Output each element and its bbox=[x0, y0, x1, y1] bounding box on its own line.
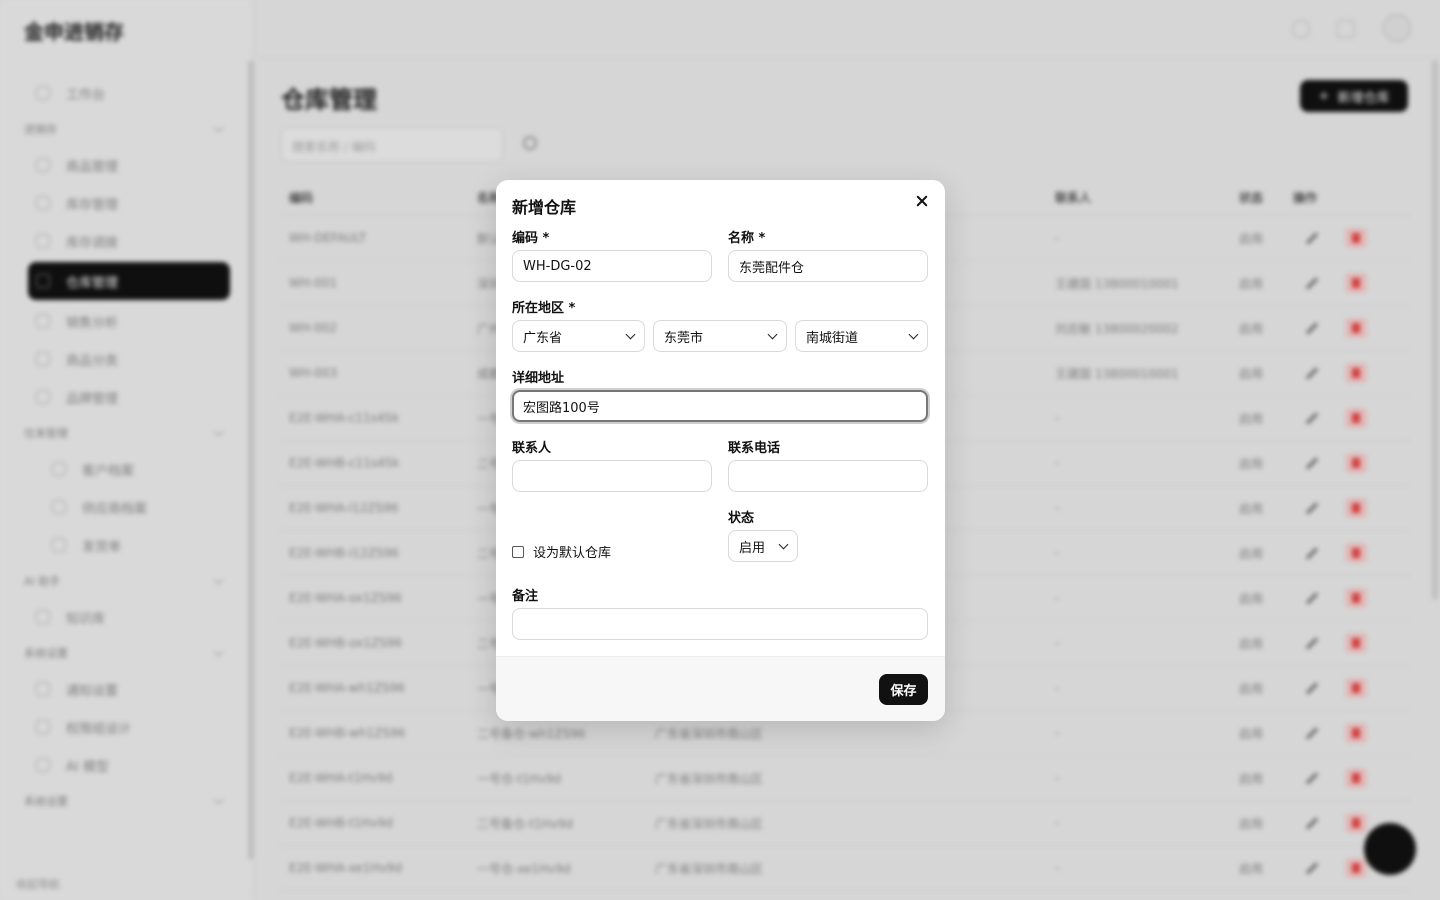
default-warehouse-checkbox[interactable] bbox=[512, 545, 524, 558]
phone-label: 联系电话 bbox=[728, 441, 781, 456]
contact-field[interactable] bbox=[512, 460, 712, 492]
address-field[interactable] bbox=[512, 390, 928, 422]
city-select[interactable]: 东莞市 bbox=[653, 320, 787, 352]
chevron-down-icon bbox=[908, 329, 919, 339]
region-label: 所在地区 * bbox=[512, 301, 576, 316]
remark-field[interactable] bbox=[512, 608, 928, 640]
address-label: 详细地址 bbox=[512, 371, 565, 386]
district-value: 南城街道 bbox=[806, 330, 859, 346]
dialog-title: 新增仓库 bbox=[512, 198, 577, 217]
close-icon[interactable] bbox=[914, 193, 930, 209]
name-label: 名称 * bbox=[728, 231, 766, 246]
city-value: 东莞市 bbox=[664, 330, 704, 346]
province-value: 广东省 bbox=[523, 330, 563, 346]
chevron-down-icon bbox=[778, 539, 789, 549]
province-select[interactable]: 广东省 bbox=[512, 320, 645, 352]
dialog-footer: 保存 bbox=[496, 656, 945, 721]
status-label: 状态 bbox=[728, 511, 755, 526]
status-select[interactable]: 启用 bbox=[728, 530, 798, 562]
contact-label: 联系人 bbox=[512, 441, 552, 456]
default-warehouse-option[interactable]: 设为默认仓库 bbox=[512, 542, 611, 561]
status-value: 启用 bbox=[739, 540, 766, 556]
remark-label: 备注 bbox=[512, 589, 539, 604]
chevron-down-icon bbox=[767, 329, 778, 339]
chevron-down-icon bbox=[625, 329, 636, 339]
name-field[interactable] bbox=[728, 250, 928, 282]
save-button[interactable]: 保存 bbox=[879, 674, 928, 705]
default-warehouse-label: 设为默认仓库 bbox=[533, 546, 612, 561]
phone-field[interactable] bbox=[728, 460, 928, 492]
code-label: 编码 * bbox=[512, 231, 550, 246]
code-field[interactable] bbox=[512, 250, 712, 282]
new-warehouse-dialog: 新增仓库 编码 * 名称 * 所在地区 * 广东省 东莞市 南城街道 详细地址 … bbox=[496, 180, 945, 721]
district-select[interactable]: 南城街道 bbox=[795, 320, 928, 352]
